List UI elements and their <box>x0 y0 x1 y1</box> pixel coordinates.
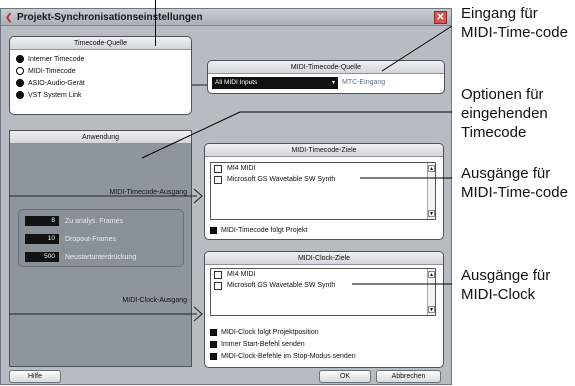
mtc-output-label: MIDI-Timecode-Ausgang <box>109 189 187 196</box>
radio-internal-timecode[interactable]: Interner Timecode <box>10 53 191 65</box>
radio-asio-audio[interactable]: ASIO-Audio-Gerät <box>10 77 191 89</box>
frames-field-row: 8 Zu analys. Frames <box>25 216 123 226</box>
dropdown-arrow-icon: ▾ <box>331 80 335 86</box>
mtc-targets-list: MI4 MIDI Microsoft GS Wavetable SW Synth… <box>210 162 436 220</box>
midi-timecode-source-panel: MIDI-Timecode-Quelle All MIDI Inputs ▾ M… <box>207 60 445 94</box>
sync-settings-window: ❮ Projekt-Synchronisationseinstellungen … <box>0 8 452 385</box>
dropout-input[interactable]: 10 <box>25 234 59 244</box>
window-title: Projekt-Synchronisationseinstellungen <box>17 12 203 23</box>
timecode-source-panel: Timecode-Quelle Interner Timecode MIDI-T… <box>9 36 192 115</box>
callout-options: Optionen für eingehenden Timecode <box>461 86 548 141</box>
frames-input[interactable]: 8 <box>25 216 59 226</box>
application-panel: Anwendung MIDI-Timecode-Ausgang 8 Zu anal… <box>9 130 192 367</box>
title-bar: ❮ Projekt-Synchronisationseinstellungen … <box>1 9 451 26</box>
ok-button[interactable]: OK <box>319 370 371 383</box>
cancel-button[interactable]: Abbrechen <box>376 370 441 383</box>
scroll-down-icon[interactable]: ▼ <box>428 306 435 313</box>
scroll-up-icon[interactable]: ▲ <box>428 271 435 278</box>
dropout-field-row: 10 Dropout-Frames <box>25 234 116 244</box>
mtc-targets-panel: MIDI-Timecode-Ziele MI4 MIDI Microsoft G… <box>204 143 444 240</box>
list-item[interactable]: MI4 MIDI <box>211 269 435 280</box>
mtc-follow-project-checkbox[interactable]: MIDI-Timecode folgt Projekt <box>210 227 308 234</box>
restart-field-row: 500 Neustartunterdrückung <box>25 252 136 262</box>
scroll-down-icon[interactable]: ▼ <box>428 210 435 217</box>
radio-selected-icon <box>16 67 24 75</box>
clock-targets-panel: MIDI-Clock-Ziele MI4 MIDI Microsoft GS W… <box>204 251 444 368</box>
radio-icon <box>16 55 24 63</box>
radio-icon <box>16 91 24 99</box>
clock-in-stop-mode-checkbox[interactable]: MIDI-Clock-Befehle im Stop-Modus senden <box>210 353 356 360</box>
checkbox[interactable] <box>214 175 222 184</box>
clock-follow-position-checkbox[interactable]: MIDI-Clock folgt Projektposition <box>210 329 319 336</box>
scrollbar[interactable]: ▲ ▼ <box>427 163 435 219</box>
scrollbar[interactable]: ▲ ▼ <box>427 269 435 315</box>
list-item[interactable]: Microsoft GS Wavetable SW Synth <box>211 174 435 185</box>
midi-timecode-source-title: MIDI-Timecode-Quelle <box>208 61 444 74</box>
radio-vst-system-link[interactable]: VST System Link <box>10 89 191 101</box>
clock-output-label: MIDI-Clock-Ausgang <box>122 297 187 304</box>
radio-midi-timecode[interactable]: MIDI-Timecode <box>10 65 191 77</box>
checkbox[interactable] <box>214 270 222 279</box>
callout-input: Eingang für MIDI-Time-code <box>461 5 568 41</box>
checkbox[interactable] <box>214 164 222 173</box>
restart-input[interactable]: 500 <box>25 252 59 262</box>
list-item[interactable]: MI4 MIDI <box>211 163 435 174</box>
clock-targets-list: MI4 MIDI Microsoft GS Wavetable SW Synth… <box>210 268 436 316</box>
cubase-icon: ❮ <box>5 12 13 22</box>
timecode-source-title: Timecode-Quelle <box>10 37 191 50</box>
mtc-targets-title: MIDI-Timecode-Ziele <box>205 144 443 157</box>
clock-targets-title: MIDI-Clock-Ziele <box>205 252 443 265</box>
checkbox[interactable] <box>214 281 222 290</box>
application-title: Anwendung <box>10 131 191 144</box>
callout-line-top <box>155 0 156 46</box>
mtc-input-dropdown[interactable]: All MIDI Inputs ▾ <box>212 77 338 89</box>
scroll-up-icon[interactable]: ▲ <box>428 165 435 172</box>
checkbox-checked-icon <box>210 353 217 360</box>
mtc-input-label: MTC-Eingang <box>342 79 386 86</box>
help-button[interactable]: Hilfe <box>9 370 61 383</box>
callout-mtc-outputs: Ausgänge für MIDI-Time-code <box>461 165 568 201</box>
analysis-fields-box: 8 Zu analys. Frames 10 Dropout-Frames 500 N… <box>18 209 184 267</box>
radio-icon <box>16 79 24 87</box>
list-item[interactable]: Microsoft GS Wavetable SW Synth <box>211 280 435 291</box>
always-send-start-checkbox[interactable]: Immer Start-Befehl senden <box>210 341 305 348</box>
callout-clock-outputs: Ausgänge für MIDI-Clock <box>461 267 551 303</box>
checkbox-checked-icon <box>210 329 217 336</box>
close-button[interactable]: ✕ <box>434 11 447 24</box>
checkbox-checked-icon <box>210 341 217 348</box>
checkbox-checked-icon <box>210 227 217 234</box>
